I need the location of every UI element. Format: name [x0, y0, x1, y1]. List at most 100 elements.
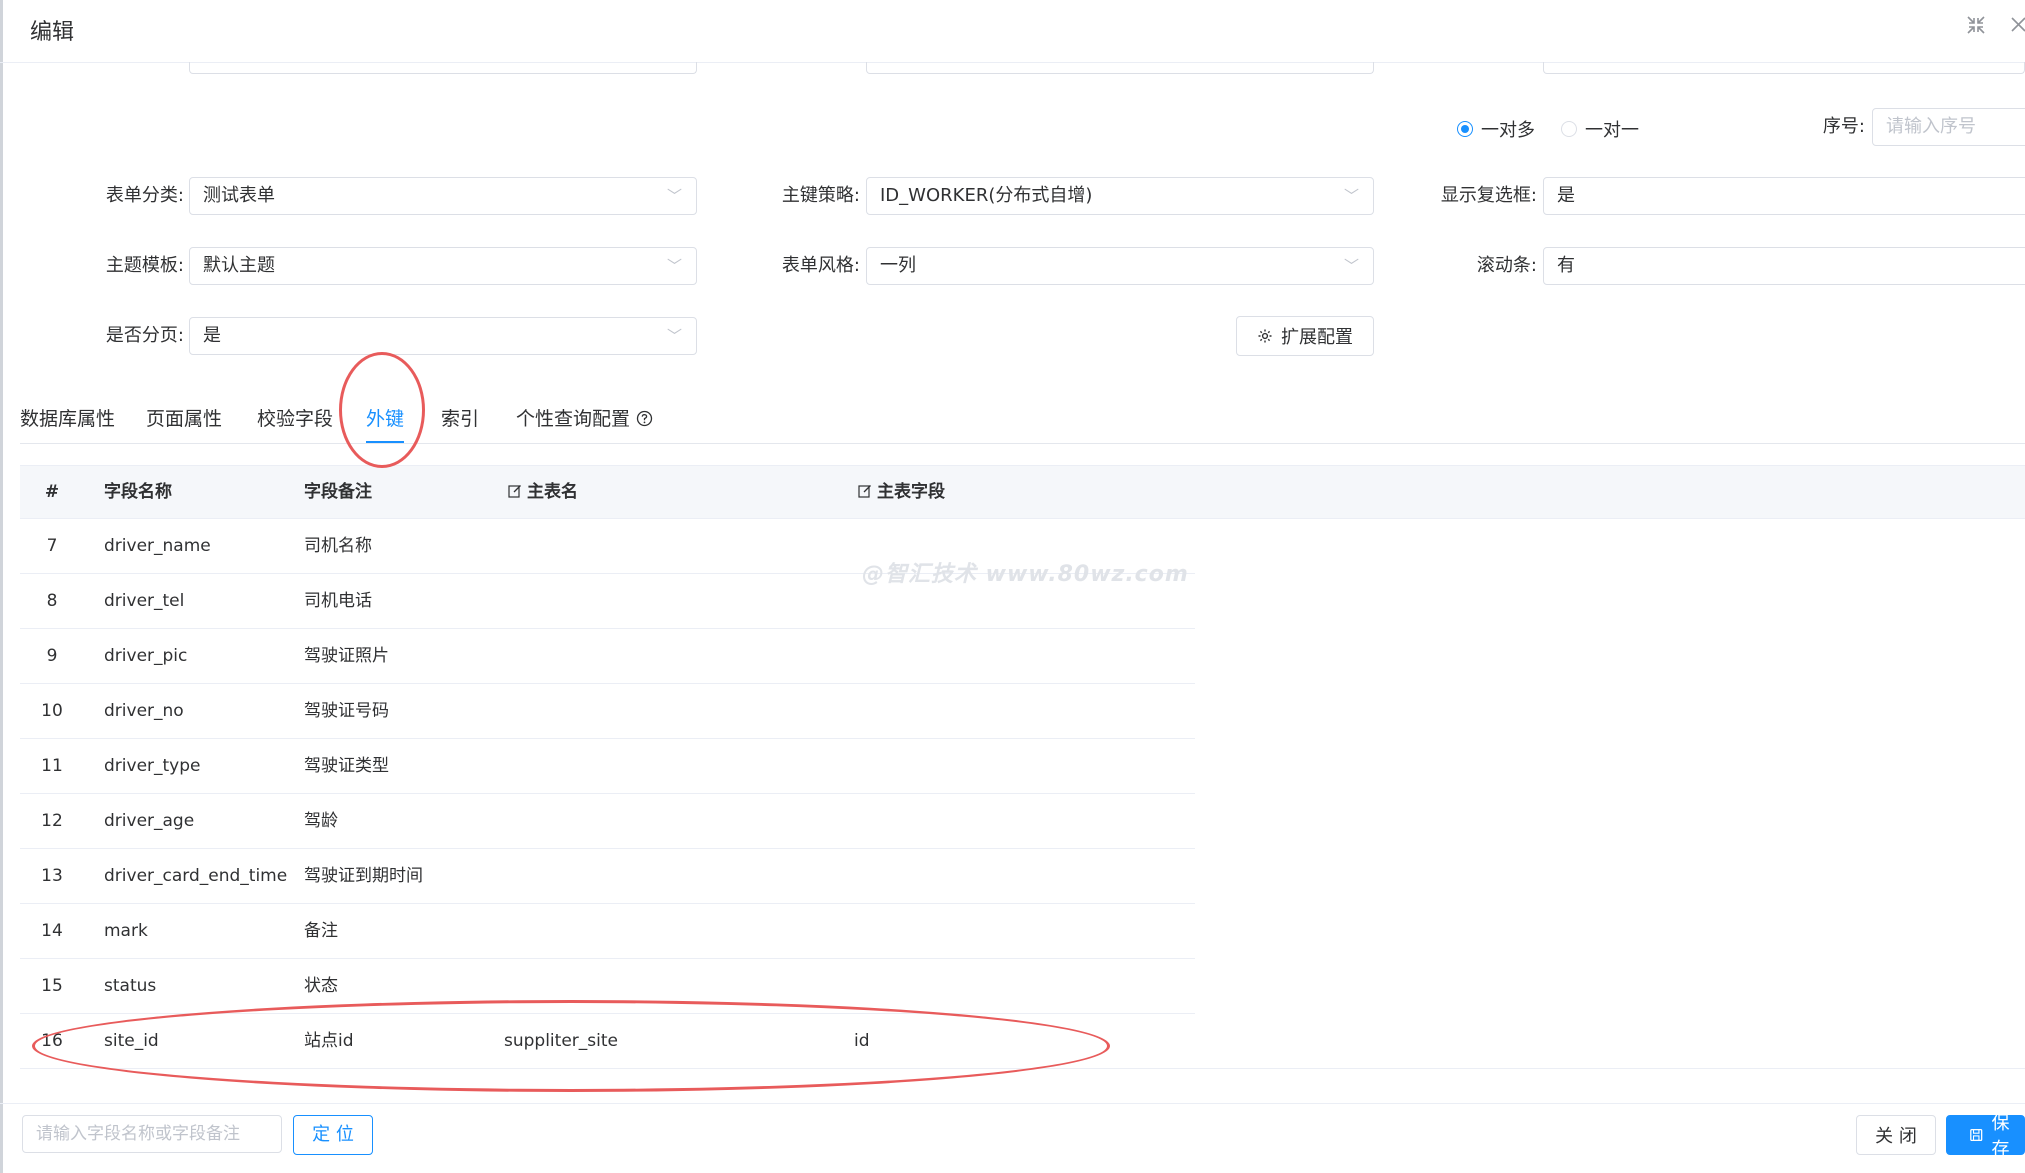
- cell-num: 9: [46, 646, 58, 666]
- cell-field-comment: 站点id: [304, 1031, 354, 1051]
- radio-checked-icon: [1457, 121, 1473, 137]
- table-row[interactable]: 16 site_id 站点id suppliter_site id: [20, 1014, 2025, 1069]
- tab-page-props[interactable]: 页面属性: [146, 404, 222, 434]
- cell-num: 13: [41, 866, 63, 886]
- cell-main-field[interactable]: id: [854, 1014, 870, 1068]
- tab-custom-query[interactable]: 个性查询配置: [516, 404, 653, 434]
- watermark: @智汇技术 www.80wz.com: [862, 562, 1189, 587]
- theme-value: 默认主题: [203, 255, 275, 276]
- category-label: 表单分类:: [105, 185, 184, 206]
- extend-config-label: 扩展配置: [1281, 327, 1353, 348]
- scrollbar-label: 滚动条:: [1476, 255, 1537, 276]
- cell-field-name: driver_age: [104, 811, 195, 831]
- cell-field-name: mark: [104, 921, 148, 941]
- order-placeholder: 请输入序号: [1886, 116, 1976, 137]
- dialog-title: 编辑: [30, 20, 75, 45]
- chevron-down-icon: ﹀: [666, 187, 682, 205]
- table-row[interactable]: 15 status 状态: [20, 959, 1195, 1014]
- cell-num: 7: [46, 536, 58, 556]
- table-row[interactable]: 11 driver_type 驾驶证类型: [20, 739, 1195, 794]
- help-icon: [636, 410, 653, 427]
- cell-num: 14: [41, 921, 63, 941]
- scrollbar-select[interactable]: 有: [1543, 247, 2025, 285]
- show-checkbox-label: 显示复选框:: [1440, 185, 1537, 206]
- th-num: #: [44, 482, 60, 502]
- table-header: # 字段名称 字段备注 主表名 主表字段: [20, 465, 2025, 519]
- theme-select[interactable]: 默认主题 ﹀: [189, 247, 697, 285]
- chevron-down-icon: ﹀: [666, 257, 682, 275]
- cell-num: 15: [41, 976, 63, 996]
- scrollbar-value: 有: [1557, 255, 1575, 276]
- paging-select[interactable]: 是 ﹀: [189, 317, 697, 355]
- radio-one-to-many[interactable]: 一对多: [1457, 116, 1535, 142]
- cell-num: 10: [41, 701, 63, 721]
- cell-num: 11: [41, 756, 63, 776]
- cell-field-comment: 驾龄: [304, 811, 338, 831]
- cell-field-comment: 备注: [304, 921, 338, 941]
- th-main-table: 主表名: [508, 466, 578, 518]
- tab-custom-query-label: 个性查询配置: [516, 408, 631, 430]
- style-label: 表单风格:: [781, 255, 860, 276]
- cell-field-name: driver_tel: [104, 591, 185, 611]
- partial-input-2: [866, 62, 1374, 74]
- table-row[interactable]: 9 driver_pic 驾驶证照片: [20, 629, 1195, 684]
- pk-strategy-label: 主键策略:: [781, 185, 860, 206]
- theme-label: 主题模板:: [105, 255, 184, 276]
- locate-button[interactable]: 定 位: [293, 1115, 373, 1155]
- th-main-table-label: 主表名: [527, 482, 578, 502]
- cell-field-name: driver_no: [104, 701, 184, 721]
- cell-field-name: status: [104, 976, 157, 996]
- close-icon[interactable]: [2008, 14, 2025, 42]
- table-row[interactable]: 12 driver_age 驾龄: [20, 794, 1195, 849]
- cell-field-comment: 驾驶证类型: [304, 756, 389, 776]
- save-button[interactable]: 保存: [1946, 1113, 2025, 1160]
- paging-label: 是否分页:: [105, 325, 184, 346]
- chevron-down-icon: ﹀: [666, 327, 682, 345]
- show-checkbox-value: 是: [1557, 185, 1575, 206]
- table-row[interactable]: 13 driver_card_end_time 驾驶证到期时间: [20, 849, 1195, 904]
- style-select[interactable]: 一列 ﹀: [866, 247, 1374, 285]
- order-input[interactable]: 请输入序号: [1872, 108, 2025, 146]
- gear-icon: [1258, 329, 1272, 343]
- radio-one-to-one[interactable]: 一对一: [1561, 116, 1639, 142]
- chevron-down-icon: ﹀: [1343, 187, 1359, 205]
- pk-strategy-select[interactable]: ID_WORKER(分布式自增) ﹀: [866, 177, 1374, 215]
- edit-icon: [858, 485, 871, 498]
- table-row[interactable]: 10 driver_no 驾驶证号码: [20, 684, 1195, 739]
- extend-config-button[interactable]: 扩展配置: [1236, 316, 1374, 356]
- chevron-down-icon: ﹀: [1343, 257, 1359, 275]
- category-select[interactable]: 测试表单 ﹀: [189, 177, 697, 215]
- field-search-input[interactable]: 请输入字段名称或字段备注: [22, 1115, 282, 1153]
- order-label: 序号:: [1822, 116, 1865, 137]
- th-main-field-label: 主表字段: [877, 482, 945, 502]
- cell-field-name: driver_card_end_time: [104, 866, 288, 886]
- category-value: 测试表单: [203, 185, 275, 206]
- cell-field-comment: 驾驶证号码: [304, 701, 389, 721]
- cell-field-comment: 驾驶证到期时间: [304, 866, 423, 886]
- style-value: 一列: [880, 255, 916, 276]
- show-checkbox-select[interactable]: 是: [1543, 177, 2025, 215]
- cell-num: 8: [46, 591, 58, 611]
- edit-icon: [508, 485, 521, 498]
- cell-main-table[interactable]: suppliter_site: [504, 1014, 618, 1068]
- tab-validation[interactable]: 校验字段: [257, 404, 333, 434]
- left-edge: [0, 0, 3, 1173]
- cell-field-name: driver_name: [104, 536, 211, 556]
- tab-foreign-key[interactable]: 外键: [366, 404, 404, 434]
- th-field-comment: 字段备注: [304, 482, 372, 502]
- tab-index[interactable]: 索引: [441, 404, 479, 434]
- tab-db-props[interactable]: 数据库属性: [20, 404, 115, 434]
- cell-field-comment: 司机电话: [304, 591, 372, 611]
- partial-input-3: [1543, 62, 2025, 74]
- cell-field-comment: 司机名称: [304, 536, 372, 556]
- close-button-label: 关 闭: [1875, 1126, 1917, 1147]
- cell-field-name: driver_type: [104, 756, 201, 776]
- search-placeholder: 请输入字段名称或字段备注: [36, 1124, 240, 1144]
- table-row[interactable]: 14 mark 备注: [20, 904, 1195, 959]
- close-button[interactable]: 关 闭: [1856, 1115, 1936, 1155]
- cell-field-comment: 状态: [304, 976, 338, 996]
- radio-label: 一对一: [1585, 120, 1639, 141]
- minimize-icon[interactable]: [1965, 14, 1987, 42]
- cell-field-comment: 驾驶证照片: [304, 646, 389, 666]
- cell-num: 12: [41, 811, 63, 831]
